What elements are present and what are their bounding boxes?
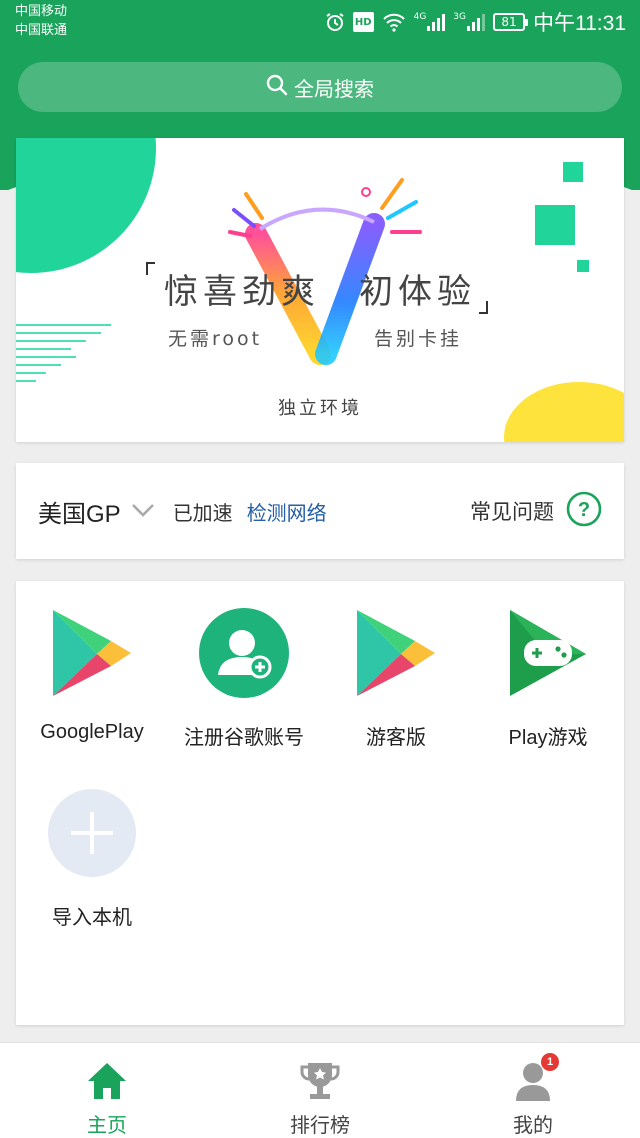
app-label: 注册谷歌账号 xyxy=(184,727,304,749)
banner-decor-circle xyxy=(16,138,156,273)
banner-left-subtitle: 无需root xyxy=(168,328,263,350)
promo-banner[interactable]: 惊喜劲爽 初体验 无需root 告别卡挂 独立环境 xyxy=(16,138,624,442)
app-import-local[interactable]: 导入本机 xyxy=(16,761,168,930)
search-label: 全局搜索 xyxy=(294,76,374,101)
nav-ranking-label: 排行榜 xyxy=(290,1113,350,1137)
battery-icon: 81 xyxy=(493,13,528,31)
wifi-icon xyxy=(382,12,406,32)
user-icon xyxy=(473,1043,593,1103)
nav-mine[interactable]: 1 我的 xyxy=(473,1043,593,1138)
app-label: GooglePlay xyxy=(40,721,144,743)
app-guest-version[interactable]: 游客版 xyxy=(320,581,472,750)
chevron-down-icon[interactable] xyxy=(131,502,155,521)
network-type-4g: 4G xyxy=(413,12,427,22)
network-type-3g: 3G xyxy=(453,12,466,22)
add-account-icon xyxy=(168,607,320,699)
clock: 中午11:31 xyxy=(533,12,626,35)
detect-network-link[interactable]: 检测网络 xyxy=(247,497,327,526)
status-bar: 中国移动 中国联通 HD 4G 3G 81 中午11:31 xyxy=(0,0,640,46)
banner-decor-square xyxy=(563,162,583,182)
nav-mine-label: 我的 xyxy=(513,1113,553,1137)
banner-decor-lines xyxy=(16,324,111,388)
app-play-games[interactable]: Play游戏 xyxy=(472,581,624,750)
carrier-label-1: 中国移动 xyxy=(15,4,68,19)
app-label: Play游戏 xyxy=(508,727,588,749)
nav-home-label: 主页 xyxy=(87,1113,127,1137)
app-label: 导入本机 xyxy=(52,907,132,929)
play-games-icon xyxy=(472,607,624,699)
hd-icon: HD xyxy=(352,12,374,32)
banner-bottom-text: 独立环境 xyxy=(278,398,362,419)
carrier-label-2: 中国联通 xyxy=(15,23,68,38)
signal-4g-icon: 4G xyxy=(414,12,446,32)
notification-badge: 1 xyxy=(541,1053,559,1071)
app-label: 游客版 xyxy=(366,727,426,749)
app-google-play[interactable]: GooglePlay xyxy=(16,581,168,744)
banner-headline: 惊喜劲爽 初体验 xyxy=(164,272,476,312)
home-icon xyxy=(47,1043,167,1103)
acceleration-status: 已加速 xyxy=(172,500,233,525)
nav-ranking[interactable]: 排行榜 xyxy=(260,1043,380,1138)
banner-decor-square xyxy=(535,205,575,245)
bottom-navigation: 主页 排行榜 1 我的 xyxy=(0,1042,640,1138)
nav-home[interactable]: 主页 xyxy=(47,1043,167,1138)
global-search-bar[interactable]: 全局搜索 xyxy=(18,62,622,112)
alarm-icon xyxy=(325,12,345,32)
signal-3g-icon: 3G xyxy=(453,12,485,32)
apps-grid: GooglePlay 注册谷歌账号 游客版 Play游戏 导入本机 xyxy=(16,581,624,1025)
google-play-icon xyxy=(320,607,472,699)
status-icons: HD 4G 3G 81 中午11:31 xyxy=(325,8,626,36)
banner-right-subtitle: 告别卡挂 xyxy=(374,328,463,350)
faq-link[interactable]: 常见问题 xyxy=(470,496,554,526)
region-selector[interactable]: 美国GP xyxy=(38,494,121,529)
google-play-icon xyxy=(16,607,168,699)
svg-text:?: ? xyxy=(578,499,590,521)
plus-icon xyxy=(16,787,168,879)
search-icon xyxy=(266,74,288,101)
network-panel: 美国GP 已加速 检测网络 常见问题 ? xyxy=(16,463,624,559)
trophy-icon xyxy=(260,1043,380,1103)
app-register-google-account[interactable]: 注册谷歌账号 xyxy=(168,581,320,750)
help-icon[interactable]: ? xyxy=(566,491,602,531)
